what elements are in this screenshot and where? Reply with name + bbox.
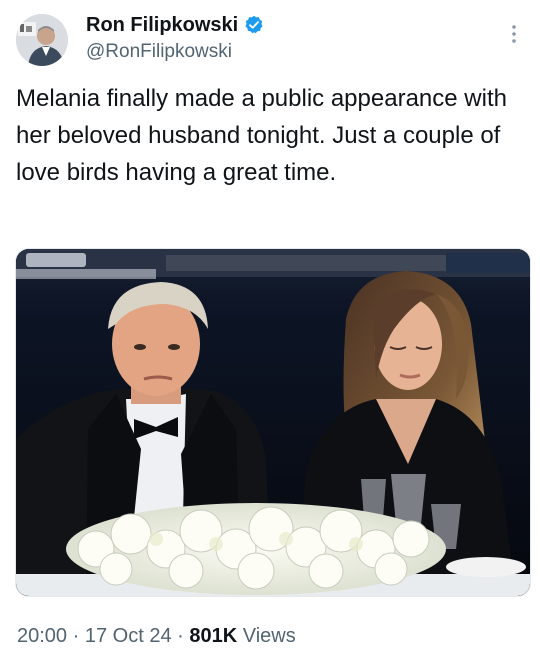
author-name[interactable]: Ron Filipkowski	[86, 14, 238, 37]
author-handle[interactable]: @RonFilipkowski	[86, 41, 264, 63]
tweet-meta: 20:00 · 17 Oct 24 · 801K Views	[17, 625, 296, 648]
more-vertical-icon[interactable]	[502, 22, 526, 46]
tweet-photo[interactable]	[15, 248, 531, 597]
meta-separator: ·	[67, 625, 85, 647]
views-count[interactable]: 801K	[189, 625, 237, 647]
photo-image	[16, 249, 530, 596]
tweet-text: Melania finally made a public appearance…	[16, 85, 507, 186]
views-label: Views	[237, 625, 296, 647]
tweet-card[interactable]: Ron Filipkowski @RonFilipkowski Melania …	[0, 0, 540, 664]
verified-badge-icon	[244, 15, 264, 35]
tweet-time[interactable]: 20:00	[17, 625, 67, 647]
tweet-header: Ron Filipkowski @RonFilipkowski	[14, 10, 526, 68]
tweet-date[interactable]: 17 Oct 24	[85, 625, 172, 647]
author-info: Ron Filipkowski @RonFilipkowski	[86, 12, 264, 63]
meta-separator: ·	[171, 625, 190, 647]
author-avatar[interactable]	[16, 14, 68, 66]
avatar-photo-icon	[16, 14, 68, 66]
